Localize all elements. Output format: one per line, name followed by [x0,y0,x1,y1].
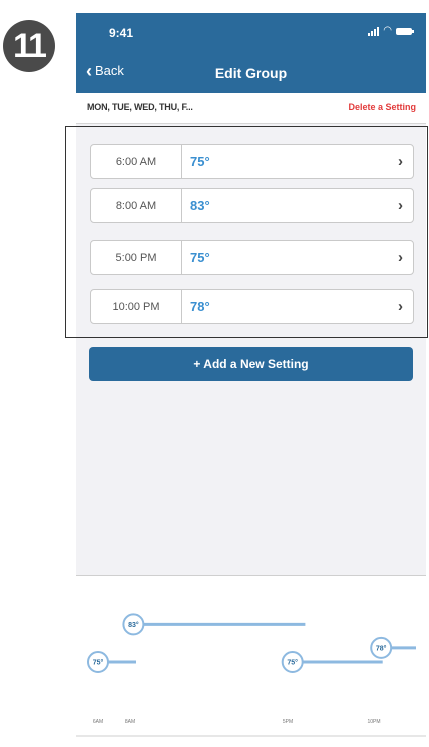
battery-icon [396,27,414,35]
setting-time: 6:00 AM [91,145,182,178]
chevron-right-icon: › [398,298,403,315]
graph-tick-label: 8AM [125,719,135,725]
chevron-right-icon: › [398,197,403,214]
setting-row[interactable]: 10:00 PM 78° › [90,289,414,324]
setting-temp: 75° [190,250,210,265]
wifi-icon: ◠ [383,25,392,36]
setting-temp: 83° [190,198,210,213]
page-title: Edit Group [214,65,288,81]
graph-tick-label: 5PM [283,719,293,725]
add-new-setting-button[interactable]: + Add a New Setting [89,347,413,381]
graph-point-label: 78° [376,644,387,652]
graph-tick-label: 6AM [93,719,103,725]
signal-icon [368,26,380,36]
chevron-right-icon: › [398,249,403,266]
delete-setting-button[interactable]: Delete a Setting [348,102,416,112]
graph-point-label: 75° [287,659,298,667]
selected-days[interactable]: MON, TUE, WED, THU, F... [87,102,193,112]
days-bar: MON, TUE, WED, THU, F... Delete a Settin… [76,93,426,124]
step-number-badge: 11 [3,20,55,72]
schedule-graph: 75° 83° 75° 78° 6AM 8AM 5PM 10PM [76,613,426,737]
setting-time: 5:00 PM [91,241,182,274]
setting-row[interactable]: 8:00 AM 83° › [90,188,414,223]
nav-header: 9:41 ◠ ‹ Back Edit Group [76,13,426,93]
setting-temp: 75° [190,154,210,169]
setting-row[interactable]: 6:00 AM 75° › [90,144,414,179]
status-time: 9:41 [109,26,134,40]
empty-area [76,397,426,575]
graph-point-label: 83° [128,621,139,629]
graph-point-label: 75° [93,659,104,667]
setting-time: 8:00 AM [91,189,182,222]
setting-time: 10:00 PM [91,290,182,323]
setting-temp: 78° [190,299,210,314]
graph-tick-label: 10PM [367,719,380,725]
setting-row[interactable]: 5:00 PM 75° › [90,240,414,275]
status-icons: ◠ [368,25,414,36]
chevron-right-icon: › [398,153,403,170]
